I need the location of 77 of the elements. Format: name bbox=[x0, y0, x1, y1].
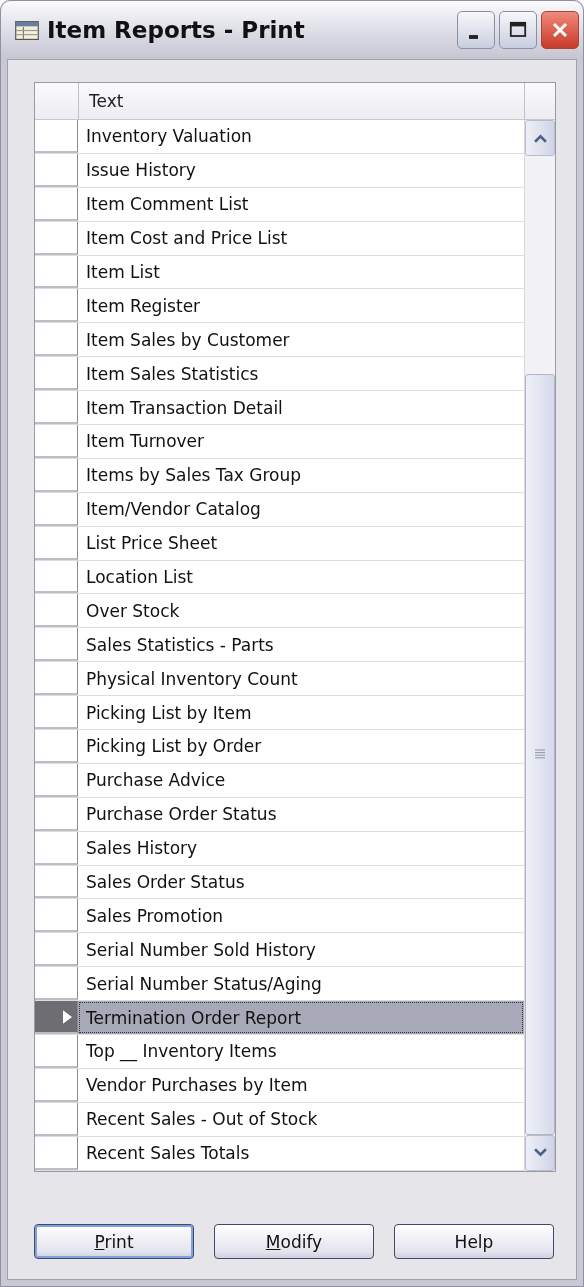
row-pointer-icon bbox=[63, 1009, 72, 1024]
list-item[interactable]: Sales Order Status bbox=[78, 865, 524, 899]
row-selector[interactable] bbox=[35, 425, 78, 458]
row-selector[interactable] bbox=[35, 865, 78, 899]
row-selector[interactable] bbox=[35, 560, 78, 594]
row-selector[interactable] bbox=[35, 797, 78, 831]
row-selector[interactable] bbox=[35, 458, 78, 492]
list-item[interactable]: Item Turnover bbox=[78, 425, 524, 458]
list-item[interactable]: Top __ Inventory Items bbox=[78, 1035, 524, 1068]
list-item[interactable]: Termination Order Report bbox=[78, 1001, 524, 1035]
maximize-button[interactable] bbox=[499, 11, 537, 49]
list-item[interactable]: Picking List by Item bbox=[78, 696, 524, 730]
list-item[interactable]: Recent Sales - Out of Stock bbox=[78, 1102, 524, 1136]
list-item[interactable]: Item Cost and Price List bbox=[78, 221, 524, 255]
row-selector[interactable] bbox=[35, 1001, 78, 1035]
list-item[interactable]: Sales Statistics - Parts bbox=[78, 628, 524, 662]
row-selector[interactable] bbox=[35, 187, 78, 221]
list-item[interactable]: Inventory Valuation bbox=[78, 120, 524, 153]
row-selector[interactable] bbox=[35, 967, 78, 1001]
list-item[interactable]: Item Register bbox=[78, 289, 524, 323]
list-item[interactable]: Vendor Purchases by Item bbox=[78, 1068, 524, 1102]
list-item[interactable]: Over Stock bbox=[78, 594, 524, 628]
list-item[interactable]: Sales History bbox=[78, 831, 524, 865]
row-selector[interactable] bbox=[35, 120, 78, 153]
row-selector[interactable] bbox=[35, 526, 78, 560]
row-selector[interactable] bbox=[35, 1035, 78, 1068]
list-item[interactable]: Item/Vendor Catalog bbox=[78, 492, 524, 526]
row-selector[interactable] bbox=[35, 492, 78, 526]
row-selector[interactable] bbox=[35, 899, 78, 933]
row-selector[interactable] bbox=[35, 933, 78, 967]
row-selector[interactable] bbox=[35, 1102, 78, 1136]
minimize-icon bbox=[468, 35, 478, 39]
chevron-up-icon bbox=[533, 133, 547, 143]
row-selector[interactable] bbox=[35, 391, 78, 424]
list-item[interactable]: Physical Inventory Count bbox=[78, 662, 524, 696]
list-item[interactable]: Sales Promotion bbox=[78, 899, 524, 933]
row-selector[interactable] bbox=[35, 763, 78, 797]
row-selector[interactable] bbox=[35, 323, 78, 357]
row-selector[interactable] bbox=[35, 696, 78, 730]
list-item[interactable]: List Price Sheet bbox=[78, 526, 524, 560]
table-icon bbox=[15, 20, 39, 40]
list-item[interactable]: Item Sales Statistics bbox=[78, 357, 524, 391]
row-selector[interactable] bbox=[35, 662, 78, 696]
row-selector[interactable] bbox=[35, 1068, 78, 1102]
dialog-button[interactable]: Modify bbox=[214, 1224, 374, 1259]
grip-icon bbox=[535, 749, 545, 760]
list-item[interactable]: Purchase Order Status bbox=[78, 797, 524, 831]
list-item[interactable]: Item Transaction Detail bbox=[78, 391, 524, 424]
list-item[interactable]: Issue History bbox=[78, 153, 524, 187]
list-item[interactable]: Item List bbox=[78, 255, 524, 289]
close-button[interactable] bbox=[541, 11, 579, 49]
list-item[interactable]: Recent Sales Totals bbox=[78, 1136, 524, 1170]
row-selector[interactable] bbox=[35, 594, 78, 628]
list-item[interactable]: Serial Number Sold History bbox=[78, 933, 524, 967]
row-selector[interactable] bbox=[35, 628, 78, 662]
list-item[interactable]: Serial Number Status/Aging bbox=[78, 967, 524, 1001]
dialog-button[interactable]: Help bbox=[394, 1224, 554, 1259]
scroll-down-button[interactable] bbox=[525, 1134, 555, 1171]
row-selector[interactable] bbox=[35, 730, 78, 763]
list-item[interactable]: Purchase Advice bbox=[78, 763, 524, 797]
dialog-button[interactable]: Print bbox=[34, 1224, 194, 1259]
list-item[interactable]: Location List bbox=[78, 560, 524, 594]
scroll-up-button[interactable] bbox=[525, 120, 555, 156]
list-item[interactable]: Item Sales by Customer bbox=[78, 323, 524, 357]
list-item[interactable]: Items by Sales Tax Group bbox=[78, 458, 524, 492]
minimize-button[interactable] bbox=[457, 11, 495, 49]
list-item[interactable]: Picking List by Order bbox=[78, 730, 524, 763]
chevron-down-icon bbox=[533, 1148, 547, 1158]
window-title: Item Reports - Print bbox=[47, 17, 306, 43]
row-selector[interactable] bbox=[35, 221, 78, 255]
row-selector[interactable] bbox=[35, 153, 78, 187]
row-selector[interactable] bbox=[35, 255, 78, 289]
row-selector[interactable] bbox=[35, 831, 78, 865]
list-item[interactable]: Item Comment List bbox=[78, 187, 524, 221]
row-selector[interactable] bbox=[35, 357, 78, 391]
row-selector[interactable] bbox=[35, 289, 78, 323]
row-selector[interactable] bbox=[35, 1136, 78, 1170]
